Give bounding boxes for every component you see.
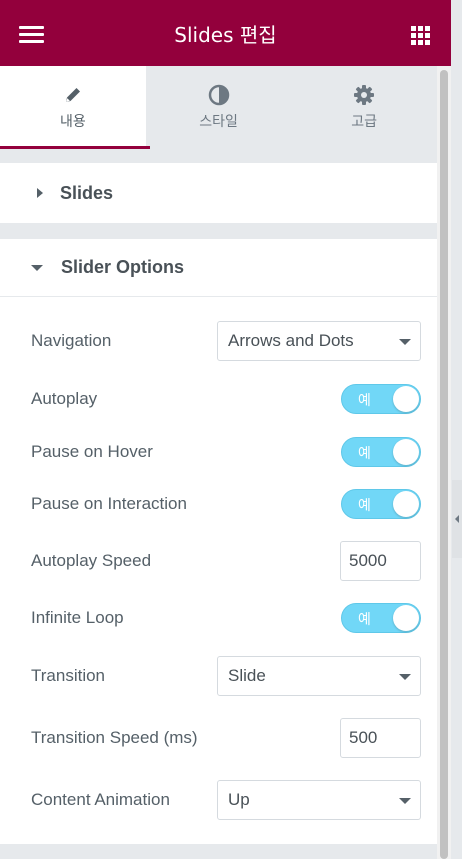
transition-label: Transition — [31, 666, 106, 685]
hamburger-icon[interactable] — [19, 26, 44, 43]
transition-select[interactable]: Slide — [217, 656, 421, 696]
pause-on-hover-label: Pause on Hover — [31, 442, 153, 461]
contrast-icon — [208, 84, 230, 106]
control-autoplay-speed: Autoplay Speed 5000 — [31, 541, 421, 581]
autoplay-toggle[interactable]: 예 — [341, 384, 421, 414]
pause-on-hover-toggle[interactable]: 예 — [341, 437, 421, 467]
content-animation-select[interactable]: Up — [217, 780, 421, 820]
panel-tabs: 내용 스타일 고급 — [0, 66, 437, 149]
control-pause-on-hover: Pause on Hover 예 — [31, 437, 421, 467]
transition-speed-label: Transition Speed (ms) — [31, 728, 198, 747]
content-animation-select-value: Up — [228, 790, 250, 809]
infinite-loop-toggle[interactable]: 예 — [341, 603, 421, 633]
pause-on-hover-toggle-text: 예 — [358, 446, 371, 462]
pause-on-interaction-toggle-text: 예 — [358, 498, 371, 514]
grid-icon[interactable] — [411, 26, 430, 45]
section-slider-options: Slider Options Navigation Arrows and Dot… — [0, 239, 437, 844]
control-infinite-loop: Infinite Loop 예 — [31, 603, 421, 633]
scrollbar-thumb[interactable] — [440, 70, 448, 859]
toggle-knob — [393, 491, 419, 517]
section-slider-options-header[interactable]: Slider Options — [0, 239, 437, 297]
infinite-loop-toggle-text: 예 — [358, 612, 371, 628]
caret-down-icon — [31, 264, 43, 271]
control-autoplay: Autoplay 예 — [31, 384, 421, 414]
navigation-select-value: Arrows and Dots — [228, 331, 354, 350]
autoplay-toggle-text: 예 — [358, 393, 371, 409]
panel-title: Slides 편집 — [174, 22, 277, 47]
pause-on-interaction-label: Pause on Interaction — [31, 494, 187, 513]
tab-content-label: 내용 — [59, 114, 86, 130]
infinite-loop-label: Infinite Loop — [31, 608, 124, 627]
section-slider-options-title: Slider Options — [61, 257, 185, 277]
autoplay-speed-value: 5000 — [349, 551, 387, 570]
autoplay-label: Autoplay — [31, 389, 98, 408]
pencil-icon — [62, 84, 84, 106]
section-slides-title: Slides — [60, 182, 114, 203]
transition-speed-value: 500 — [349, 728, 378, 747]
toggle-knob — [393, 605, 419, 631]
tab-style[interactable]: 스타일 — [146, 66, 292, 149]
toggle-knob — [393, 386, 419, 412]
transition-speed-input[interactable]: 500 — [340, 718, 421, 758]
control-transition: Transition Slide — [31, 656, 421, 696]
pause-on-interaction-toggle[interactable]: 예 — [341, 489, 421, 519]
control-pause-on-interaction: Pause on Interaction 예 — [31, 489, 421, 519]
caret-right-icon — [37, 188, 43, 198]
control-content-animation: Content Animation Up — [31, 780, 421, 820]
gear-icon — [353, 84, 375, 106]
chevron-down-icon — [399, 798, 411, 804]
tab-content[interactable]: 내용 — [0, 66, 150, 149]
tab-advanced-label: 고급 — [351, 114, 378, 130]
chevron-down-icon — [399, 674, 411, 680]
chevron-down-icon — [399, 339, 411, 345]
autoplay-speed-input[interactable]: 5000 — [340, 541, 421, 581]
navigation-label: Navigation — [31, 331, 112, 350]
collapse-panel-handle[interactable] — [452, 480, 462, 558]
transition-select-value: Slide — [228, 666, 266, 685]
toggle-knob — [393, 439, 419, 465]
tab-advanced[interactable]: 고급 — [291, 66, 437, 149]
content-animation-label: Content Animation — [31, 790, 170, 809]
section-slides[interactable]: Slides — [0, 163, 437, 223]
panel-header: Slides 편집 — [0, 0, 451, 66]
navigation-select[interactable]: Arrows and Dots — [217, 321, 421, 361]
control-transition-speed: Transition Speed (ms) 500 — [31, 718, 421, 758]
control-navigation: Navigation Arrows and Dots — [31, 321, 421, 361]
tab-style-label: 스타일 — [199, 114, 238, 130]
autoplay-speed-label: Autoplay Speed — [31, 551, 152, 570]
